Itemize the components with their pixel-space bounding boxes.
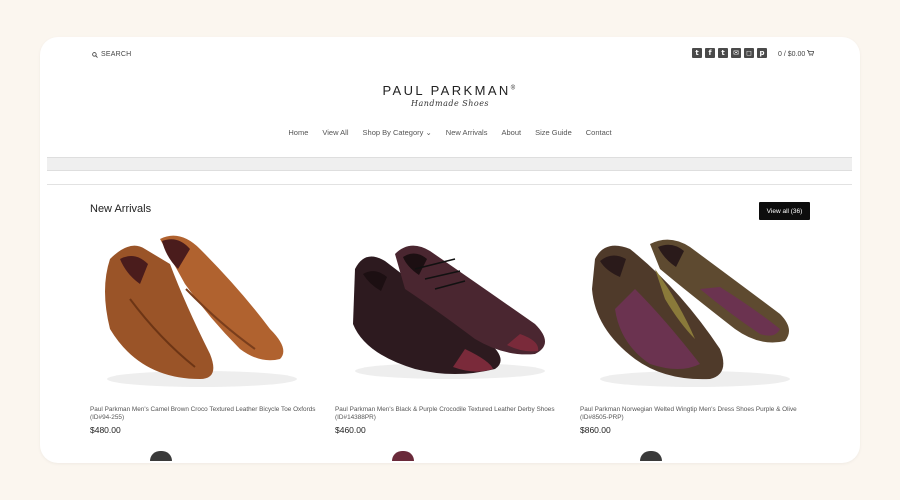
view-all-button[interactable]: View all (36) bbox=[759, 202, 810, 220]
chevron-down-icon: ⌄ bbox=[425, 128, 432, 137]
nav-home[interactable]: Home bbox=[288, 128, 308, 137]
tumblr-icon[interactable]: t bbox=[718, 48, 728, 58]
brand-name: PAUL PARKMAN bbox=[382, 83, 511, 98]
next-row-product-peek bbox=[150, 451, 172, 461]
search-label: SEARCH bbox=[101, 51, 132, 58]
brand-tagline: Handmade Shoes bbox=[410, 99, 490, 108]
next-row-product-peek bbox=[640, 451, 662, 461]
product-card[interactable]: Paul Parkman Norwegian Welted Wingtip Me… bbox=[580, 229, 810, 435]
product-image[interactable] bbox=[580, 229, 810, 399]
product-card[interactable]: Paul Parkman Men's Black & Purple Crocod… bbox=[335, 229, 565, 435]
product-image[interactable] bbox=[335, 229, 565, 399]
product-name[interactable]: Paul Parkman Men's Camel Brown Croco Tex… bbox=[90, 406, 320, 422]
cart-label: 0 / $0.00 bbox=[778, 50, 806, 58]
cart-summary[interactable]: 0 / $0.00 bbox=[778, 50, 815, 58]
nav-view-all[interactable]: View All bbox=[322, 128, 348, 137]
registered-mark: ® bbox=[510, 85, 518, 92]
product-price: $860.00 bbox=[580, 425, 611, 435]
nav-contact[interactable]: Contact bbox=[586, 128, 612, 137]
nav-shop-by-category-label: Shop By Category bbox=[362, 128, 424, 137]
brand-logo[interactable]: PAUL PARKMAN® bbox=[40, 83, 860, 98]
nav-shop-by-category[interactable]: Shop By Category ⌄ bbox=[363, 128, 432, 137]
email-icon[interactable]: ✉ bbox=[731, 48, 741, 58]
product-card[interactable]: Paul Parkman Men's Camel Brown Croco Tex… bbox=[90, 229, 320, 435]
next-row-product-peek bbox=[392, 451, 414, 461]
twitter-icon[interactable]: t bbox=[692, 48, 702, 58]
section-title: New Arrivals bbox=[90, 203, 152, 215]
nav-size-guide[interactable]: Size Guide bbox=[535, 128, 572, 137]
main-nav: Home View All Shop By Category ⌄ New Arr… bbox=[40, 128, 860, 137]
search-trigger[interactable]: SEARCH bbox=[92, 51, 131, 58]
social-links: t f t ✉ ◻ p bbox=[692, 48, 767, 58]
facebook-icon[interactable]: f bbox=[705, 48, 715, 58]
instagram-icon[interactable]: ◻ bbox=[744, 48, 754, 58]
product-price: $480.00 bbox=[90, 425, 121, 435]
product-price: $460.00 bbox=[335, 425, 366, 435]
cart-icon bbox=[807, 50, 815, 58]
search-icon bbox=[92, 51, 98, 58]
product-name[interactable]: Paul Parkman Norwegian Welted Wingtip Me… bbox=[580, 406, 810, 422]
pinterest-icon[interactable]: p bbox=[757, 48, 767, 58]
nav-about[interactable]: About bbox=[501, 128, 521, 137]
product-image[interactable] bbox=[90, 229, 320, 399]
section-divider bbox=[47, 184, 852, 185]
product-name[interactable]: Paul Parkman Men's Black & Purple Crocod… bbox=[335, 406, 565, 422]
browser-frame: SEARCH t f t ✉ ◻ p 0 / $0.00 PAUL PARKMA… bbox=[40, 37, 860, 463]
nav-new-arrivals[interactable]: New Arrivals bbox=[446, 128, 488, 137]
banner-strip bbox=[47, 157, 852, 171]
